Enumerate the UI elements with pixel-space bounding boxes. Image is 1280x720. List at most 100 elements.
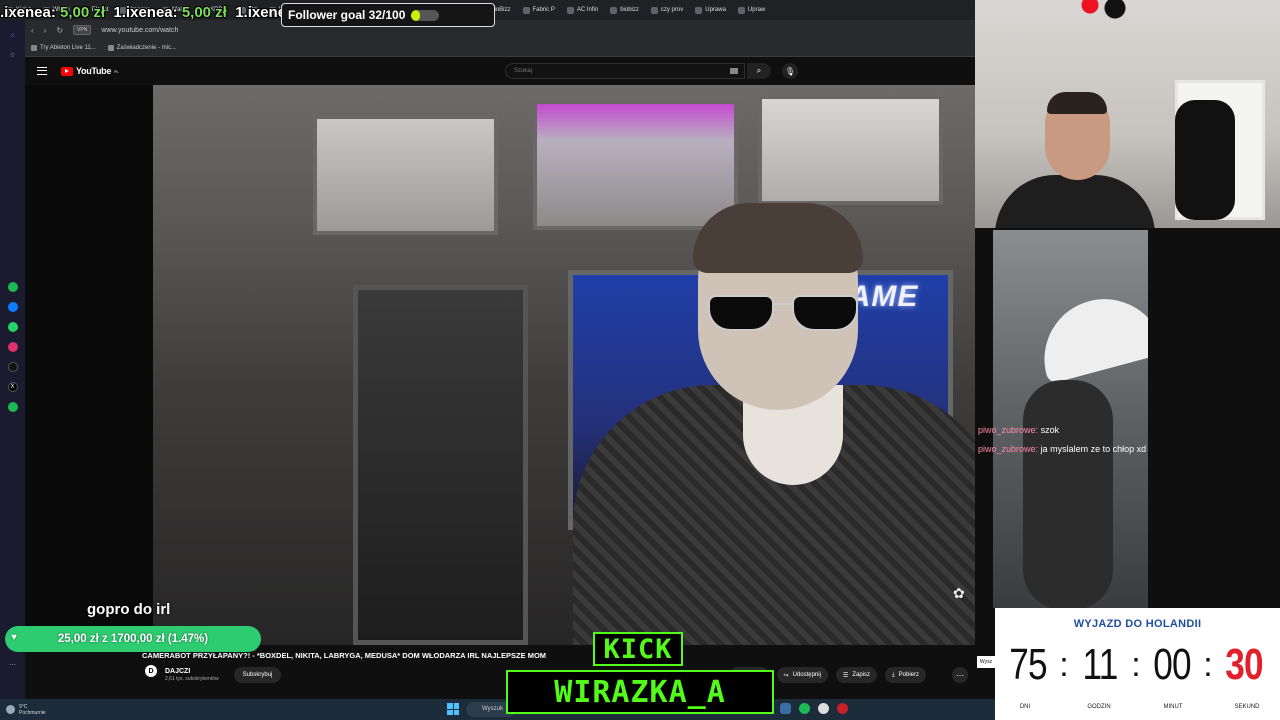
ticker-name: .ixenea:	[0, 4, 56, 21]
kick-logo: KICK	[593, 632, 683, 666]
download-button[interactable]: ⤓ Pobierz	[884, 667, 926, 683]
taskbar-apps	[780, 703, 848, 714]
countdown-days-label: DNI	[1019, 704, 1031, 710]
arm-image	[1023, 380, 1113, 608]
countdown-minutes-label: MINUT	[1163, 704, 1183, 710]
save-label: Zapisz	[852, 672, 870, 678]
countdown-seconds: 30	[1225, 640, 1263, 689]
ticker-name: 1.ixenea	[235, 4, 285, 21]
tab-favicon-icon	[566, 6, 574, 14]
search-placeholder: Szukaj	[514, 68, 533, 74]
balloons-image	[1070, 0, 1140, 20]
home-icon[interactable]: ⌂	[8, 30, 18, 40]
more-actions-button[interactable]: ⋯	[952, 667, 968, 683]
bookmarks-bar: Try Ableton Live 11... Zaświadczenie - m…	[25, 40, 975, 57]
bookmark-favicon-icon	[31, 45, 37, 51]
tiktok-icon[interactable]	[7, 362, 18, 372]
share-button[interactable]: ↪ Udostępnij	[776, 667, 828, 683]
browser-tab[interactable]: Uprawa	[689, 6, 732, 14]
channel-info[interactable]: D DAJCZI 2,61 tys. subskrybentów	[145, 665, 219, 682]
tab-favicon-icon	[695, 6, 703, 14]
search-input[interactable]: Szukaj	[505, 63, 745, 79]
bookmark-favicon-icon	[107, 45, 114, 51]
browser-tab[interactable]: AC Infin	[561, 6, 604, 14]
start-icon[interactable]	[447, 703, 459, 715]
follower-goal-fill	[411, 9, 421, 21]
window-image	[313, 115, 498, 235]
window-image	[533, 100, 738, 230]
more-icon[interactable]: ⋯	[8, 660, 18, 670]
browser-tab[interactable]: biobizz	[604, 6, 645, 14]
countdown-timer: WYJAZD DO HOLANDII 75 : 11 : 00 : 30 DNI…	[995, 608, 1280, 720]
countdown-separator: :	[1059, 645, 1069, 684]
voice-search-button[interactable]: 🎙	[782, 63, 798, 79]
channel-subscribers: 2,61 tys. subskrybentów	[165, 676, 219, 682]
url-field[interactable]: www.youtube.com/watch	[101, 27, 178, 34]
window-image	[758, 95, 943, 205]
chatgpt-icon[interactable]	[7, 282, 18, 292]
streamer-body	[995, 175, 1155, 228]
follower-goal-label: Follower goal 32/100	[288, 8, 406, 22]
spotify-icon[interactable]	[7, 402, 18, 412]
bookmark-label: Try Ableton Live 11...	[40, 45, 96, 51]
sunglasses	[708, 295, 858, 335]
star-icon[interactable]: ☆	[8, 50, 18, 60]
heart-icon: ♥	[11, 632, 17, 643]
browser-tab[interactable]: Fabric P	[517, 6, 561, 14]
countdown-hours-label: GODZIN	[1087, 704, 1111, 710]
download-icon: ⤓	[891, 671, 895, 678]
forward-icon[interactable]: ›	[44, 26, 47, 35]
browser-sidebar: ⌂ ☆ X ⚙ ⋯	[0, 20, 25, 700]
opera-icon[interactable]	[837, 703, 848, 714]
download-label: Pobierz	[898, 672, 919, 678]
save-button[interactable]: ☰ Zapisz	[835, 667, 877, 683]
youtube-brand: YouTube	[76, 66, 112, 76]
side-tag: Wysz	[977, 656, 995, 668]
chat-user: piwo_zubrowe:	[978, 444, 1039, 454]
donation-ticker: .ixenea: 5,00 zł 1.ixenea: 5,00 zł 1.ixe…	[0, 4, 285, 24]
adidas-logo-icon: ✿	[953, 585, 965, 601]
search-icon: ⌕	[756, 66, 762, 75]
mic-icon: 🎙	[784, 66, 796, 76]
spotify-taskbar-icon[interactable]	[799, 703, 810, 714]
chat-text: ja myslalem ze to chłop xd	[1040, 444, 1147, 454]
kick-username: WIRAZKA_A	[506, 670, 774, 714]
channel-name[interactable]: DAJCZI	[165, 668, 190, 675]
back-icon[interactable]: ‹	[31, 26, 34, 35]
browser-tab[interactable]: Upraw	[732, 6, 771, 14]
vpn-badge[interactable]: VPN	[73, 25, 92, 35]
search-button[interactable]: ⌕	[747, 63, 771, 79]
chat-overlay: piwo_zubrowe: szok piwo_zubrowe: ja mysl…	[978, 421, 1146, 459]
share-label: Udostępnij	[792, 672, 821, 678]
microphone-image	[1175, 100, 1235, 220]
weather-desc: Pochmurnie	[19, 709, 46, 716]
youtube-logo[interactable]: YouTube PL	[61, 66, 119, 76]
app-icon[interactable]	[818, 703, 829, 714]
menu-icon[interactable]	[37, 67, 47, 75]
doorway-image	[353, 285, 528, 645]
countdown-seconds-label: SEKUND	[1234, 704, 1260, 710]
channel-avatar[interactable]: D	[145, 665, 157, 677]
bookmark-item[interactable]: Zaświadczenie - mic...	[107, 45, 176, 51]
weather-icon	[6, 705, 15, 714]
chat-text: szok	[1040, 425, 1060, 435]
ticker-name: 1.ixenea:	[113, 4, 178, 21]
tab-label: AC Infin	[576, 7, 599, 13]
stream-screen: Kick.tWhat iElevatImagesMalayKRPUOrlUltr…	[0, 0, 1280, 720]
subscribe-button[interactable]: Subskrybuj	[234, 667, 281, 683]
instagram-icon[interactable]	[7, 342, 18, 352]
whatsapp-icon[interactable]	[7, 322, 18, 332]
youtube-header: YouTube PL Szukaj ⌕ 🎙	[25, 57, 975, 85]
tab-favicon-icon	[610, 6, 618, 14]
follower-goal-bar	[411, 9, 440, 21]
bookmark-item[interactable]: Try Ableton Live 11...	[31, 45, 96, 51]
browser-tab[interactable]: czy prov	[645, 6, 689, 14]
countdown-days: 75	[1009, 640, 1047, 689]
reload-icon[interactable]: ↻	[56, 26, 63, 35]
video-player[interactable]: FAME ✿	[25, 85, 975, 645]
keyboard-icon[interactable]	[730, 68, 738, 74]
messenger-icon[interactable]	[7, 302, 18, 312]
x-icon[interactable]: X	[7, 382, 18, 392]
weather-widget[interactable]: 9°C Pochmurnie	[6, 704, 46, 716]
steam-icon[interactable]	[780, 703, 791, 714]
